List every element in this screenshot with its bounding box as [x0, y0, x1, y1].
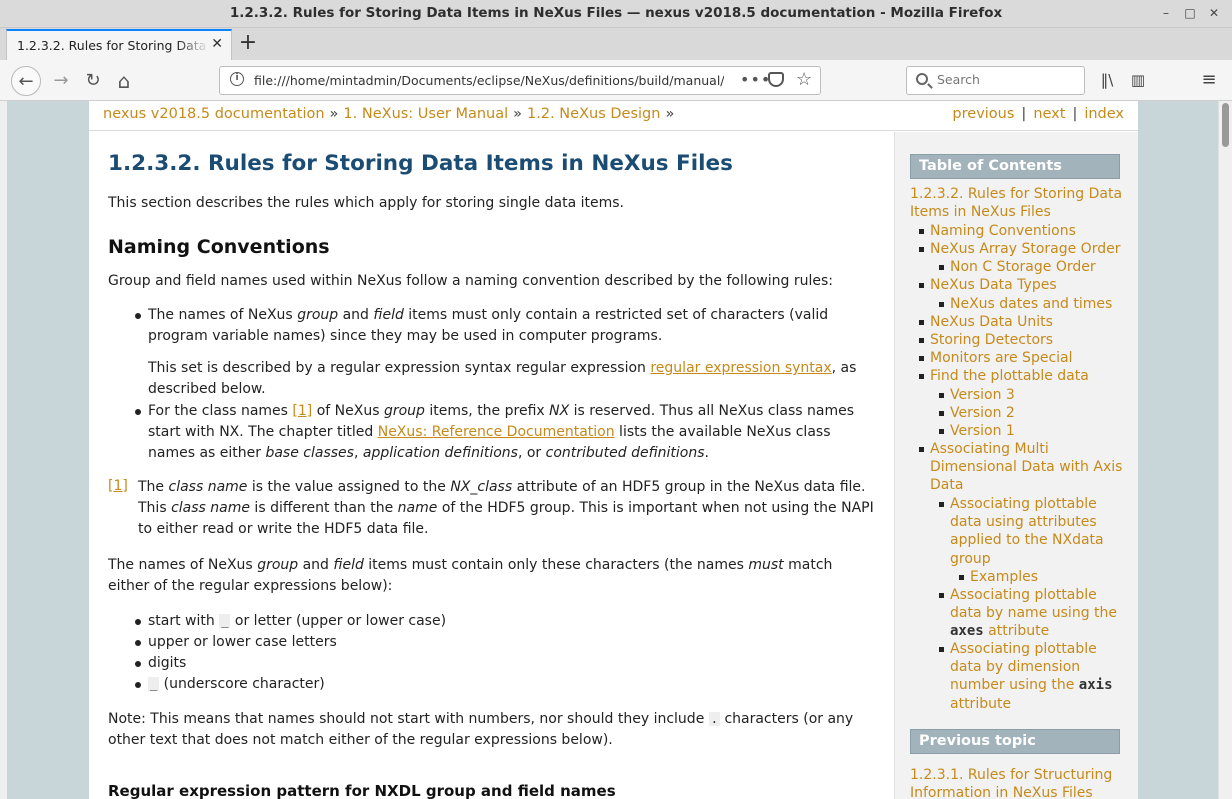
bullet: [135, 619, 141, 625]
home-button[interactable]: ⌂: [109, 66, 139, 96]
bullet: [135, 640, 141, 646]
section-heading-regex: Regular expression pattern for NXDL grou…: [108, 782, 616, 799]
bookmark-star-icon[interactable]: ☆: [796, 69, 812, 90]
close-window-button[interactable]: ✕: [1206, 5, 1222, 21]
back-button[interactable]: ←: [11, 66, 41, 96]
naming-intro: Group and field names used within NeXus …: [108, 273, 833, 289]
toc-link[interactable]: Version 1: [950, 422, 1015, 440]
regex-syntax-link[interactable]: regular expression syntax: [650, 360, 831, 376]
toc-root-link[interactable]: 1.2.3.2. Rules for Storing Data Items in…: [910, 185, 1125, 221]
toc-link[interactable]: NeXus Data Units: [930, 313, 1053, 331]
bullet: [135, 661, 141, 667]
list-item-names-regex: This set is described by a regular expre…: [148, 360, 857, 397]
previous-topic-link[interactable]: 1.2.3.1. Rules for Structuring Informati…: [910, 766, 1120, 799]
maximize-button[interactable]: □: [1182, 5, 1198, 21]
pocket-icon[interactable]: [768, 72, 784, 87]
footnote-label[interactable]: [1]: [108, 478, 128, 494]
footnote-text: The class name is the value assigned to …: [138, 479, 874, 537]
breadcrumb-user-manual[interactable]: 1. NeXus: User Manual: [343, 106, 508, 122]
chars-paragraph: The names of NeXus group and field items…: [108, 557, 833, 594]
search-box[interactable]: [906, 66, 1085, 95]
relation-links: previous | next | index: [952, 106, 1124, 122]
tab-close-icon[interactable]: ✕: [211, 36, 223, 52]
reload-button[interactable]: ↻: [78, 66, 108, 96]
toc-heading: Table of Contents: [910, 154, 1120, 179]
page-viewport: nexus v2018.5 documentation» 1. NeXus: Us…: [7, 101, 1218, 799]
toc-link[interactable]: Associating plottable data using attribu…: [950, 495, 1110, 568]
list-item-digits: digits: [148, 655, 187, 671]
search-icon: [916, 73, 928, 85]
toc-link[interactable]: NeXus dates and times: [950, 295, 1112, 313]
url-text[interactable]: file:///home/mintadmin/Documents/eclipse…: [254, 73, 724, 88]
intro-paragraph: This section describes the rules which a…: [108, 195, 624, 211]
list-item-letters: upper or lower case letters: [148, 634, 337, 650]
scrollbar-thumb[interactable]: [1222, 103, 1229, 147]
toc-link[interactable]: Naming Conventions: [930, 222, 1076, 240]
url-bar[interactable]: i file:///home/mintadmin/Documents/eclip…: [219, 66, 821, 95]
breadcrumb-docs[interactable]: nexus v2018.5 documentation: [103, 106, 325, 122]
bullet: [135, 682, 141, 688]
note-paragraph: Note: This means that names should not s…: [108, 711, 854, 748]
toc-link[interactable]: Version 3: [950, 386, 1015, 404]
library-icon[interactable]: ‖\: [1097, 70, 1117, 90]
window-titlebar: 1.2.3.2. Rules for Storing Data Items in…: [0, 0, 1232, 28]
list-item-class-names: For the class names [1] of NeXus group i…: [148, 403, 855, 461]
menu-icon[interactable]: ≡: [1199, 70, 1219, 90]
sidebar-icon[interactable]: ▥: [1128, 70, 1148, 90]
related-nav: nexus v2018.5 documentation» 1. NeXus: Us…: [89, 101, 1138, 131]
toc-link[interactable]: NeXus Array Storage Order: [930, 240, 1120, 258]
toc-link[interactable]: Associating plottable data by name using…: [950, 586, 1120, 641]
forward-button[interactable]: →: [46, 66, 76, 96]
page-title: 1.2.3.2. Rules for Storing Data Items in…: [108, 151, 733, 176]
toc-link[interactable]: Examples: [970, 568, 1038, 586]
toc-link[interactable]: Non C Storage Order: [950, 258, 1096, 276]
footnote-ref-link[interactable]: [1]: [292, 403, 312, 419]
toc-link[interactable]: Monitors are Special: [930, 349, 1073, 367]
document-body: 1.2.3.2. Rules for Storing Data Items in…: [89, 132, 894, 799]
toc-link[interactable]: Associating Multi Dimensional Data with …: [930, 440, 1128, 495]
toc-link[interactable]: Version 2: [950, 404, 1015, 422]
navigation-toolbar: ← → ↻ ⌂ i file:///home/mintadmin/Documen…: [0, 60, 1232, 101]
new-tab-button[interactable]: +: [236, 32, 260, 55]
info-icon[interactable]: i: [230, 72, 244, 86]
toc-link[interactable]: Find the plottable data: [930, 367, 1089, 385]
next-link[interactable]: next: [1033, 106, 1065, 122]
reference-docs-link[interactable]: NeXus: Reference Documentation: [378, 424, 615, 440]
tab-active[interactable]: 1.2.3.2. Rules for Storing Data Items in…: [6, 29, 232, 60]
section-heading-naming: Naming Conventions: [108, 236, 330, 258]
toc-link[interactable]: NeXus Data Types: [930, 276, 1057, 294]
bullet: [135, 313, 141, 319]
toc-link[interactable]: Associating plottable data by dimension …: [950, 640, 1120, 713]
minimize-button[interactable]: –: [1158, 5, 1174, 21]
sidebar: Table of Contents 1.2.3.2. Rules for Sto…: [894, 132, 1138, 799]
toc-link[interactable]: Storing Detectors: [930, 331, 1053, 349]
list-item-names: The names of NeXus group and field items…: [148, 307, 829, 344]
search-input[interactable]: [937, 72, 1077, 87]
list-item-start: start with _ or letter (upper or lower c…: [148, 613, 447, 629]
previous-topic-heading: Previous topic: [910, 729, 1120, 754]
previous-link[interactable]: previous: [952, 106, 1014, 122]
bullet: [135, 409, 141, 415]
document-page: nexus v2018.5 documentation» 1. NeXus: Us…: [89, 101, 1138, 799]
index-link[interactable]: index: [1084, 106, 1124, 122]
breadcrumb-nexus-design[interactable]: 1.2. NeXus Design: [527, 106, 660, 122]
window-title: 1.2.3.2. Rules for Storing Data Items in…: [229, 5, 1003, 21]
list-item-underscore: _ (underscore character): [148, 676, 325, 692]
vertical-scrollbar[interactable]: [1218, 101, 1232, 799]
breadcrumb: nexus v2018.5 documentation» 1. NeXus: Us…: [103, 106, 675, 122]
page-actions-icon[interactable]: •••: [740, 70, 771, 89]
tab-strip: 1.2.3.2. Rules for Storing Data Items in…: [0, 28, 1232, 60]
